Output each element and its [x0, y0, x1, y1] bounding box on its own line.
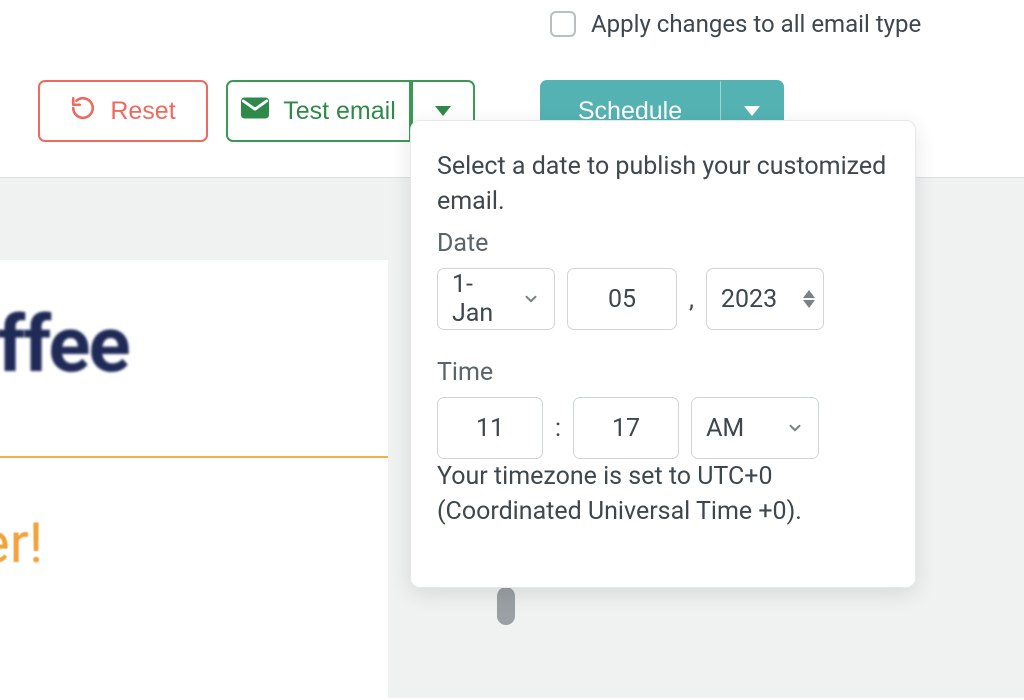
chevron-down-icon [744, 106, 760, 116]
hour-value: 11 [476, 414, 504, 443]
time-row: 11 : 17 AM [437, 397, 889, 459]
reset-label: Reset [110, 97, 175, 126]
timezone-note: Your timezone is set to UTC+0 (Coordinat… [437, 459, 889, 529]
minute-value: 17 [612, 414, 640, 443]
chevron-down-icon [522, 290, 540, 308]
email-preview-divider [0, 456, 388, 458]
time-colon: : [555, 414, 561, 443]
stepper-icon [803, 290, 815, 308]
day-value: 05 [608, 285, 636, 314]
year-stepper[interactable]: 2023 [706, 268, 824, 330]
email-preview-headline-fragment: rder! [0, 510, 43, 576]
day-input[interactable]: 05 [567, 268, 677, 330]
reset-icon [70, 95, 96, 128]
ampm-select[interactable]: AM [691, 397, 819, 459]
month-select[interactable]: 1-Jan [437, 268, 555, 330]
envelope-icon [241, 97, 269, 126]
test-email-label: Test email [283, 97, 396, 126]
time-field-label: Time [437, 358, 889, 387]
email-preview-logo-fragment: otoffee [0, 300, 129, 391]
ampm-value: AM [706, 414, 744, 443]
schedule-popover: Select a date to publish your customized… [410, 120, 916, 588]
apply-all-checkbox[interactable] [550, 11, 576, 37]
date-comma: , [689, 285, 694, 314]
hour-input[interactable]: 11 [437, 397, 543, 459]
preview-scrollbar-thumb[interactable] [497, 587, 515, 625]
minute-input[interactable]: 17 [573, 397, 679, 459]
apply-all-checkbox-wrap[interactable]: Apply changes to all email type [546, 8, 921, 40]
reset-button[interactable]: Reset [38, 80, 208, 142]
year-value: 2023 [721, 285, 777, 314]
date-row: 1-Jan 05 , 2023 [437, 268, 889, 330]
schedule-popover-intro: Select a date to publish your customized… [437, 149, 889, 219]
month-value: 1-Jan [452, 270, 510, 328]
chevron-down-icon [435, 106, 451, 116]
test-email-button[interactable]: Test email [226, 80, 411, 142]
date-field-label: Date [437, 229, 889, 258]
chevron-down-icon [786, 419, 804, 437]
apply-all-label: Apply changes to all email type [591, 10, 921, 38]
